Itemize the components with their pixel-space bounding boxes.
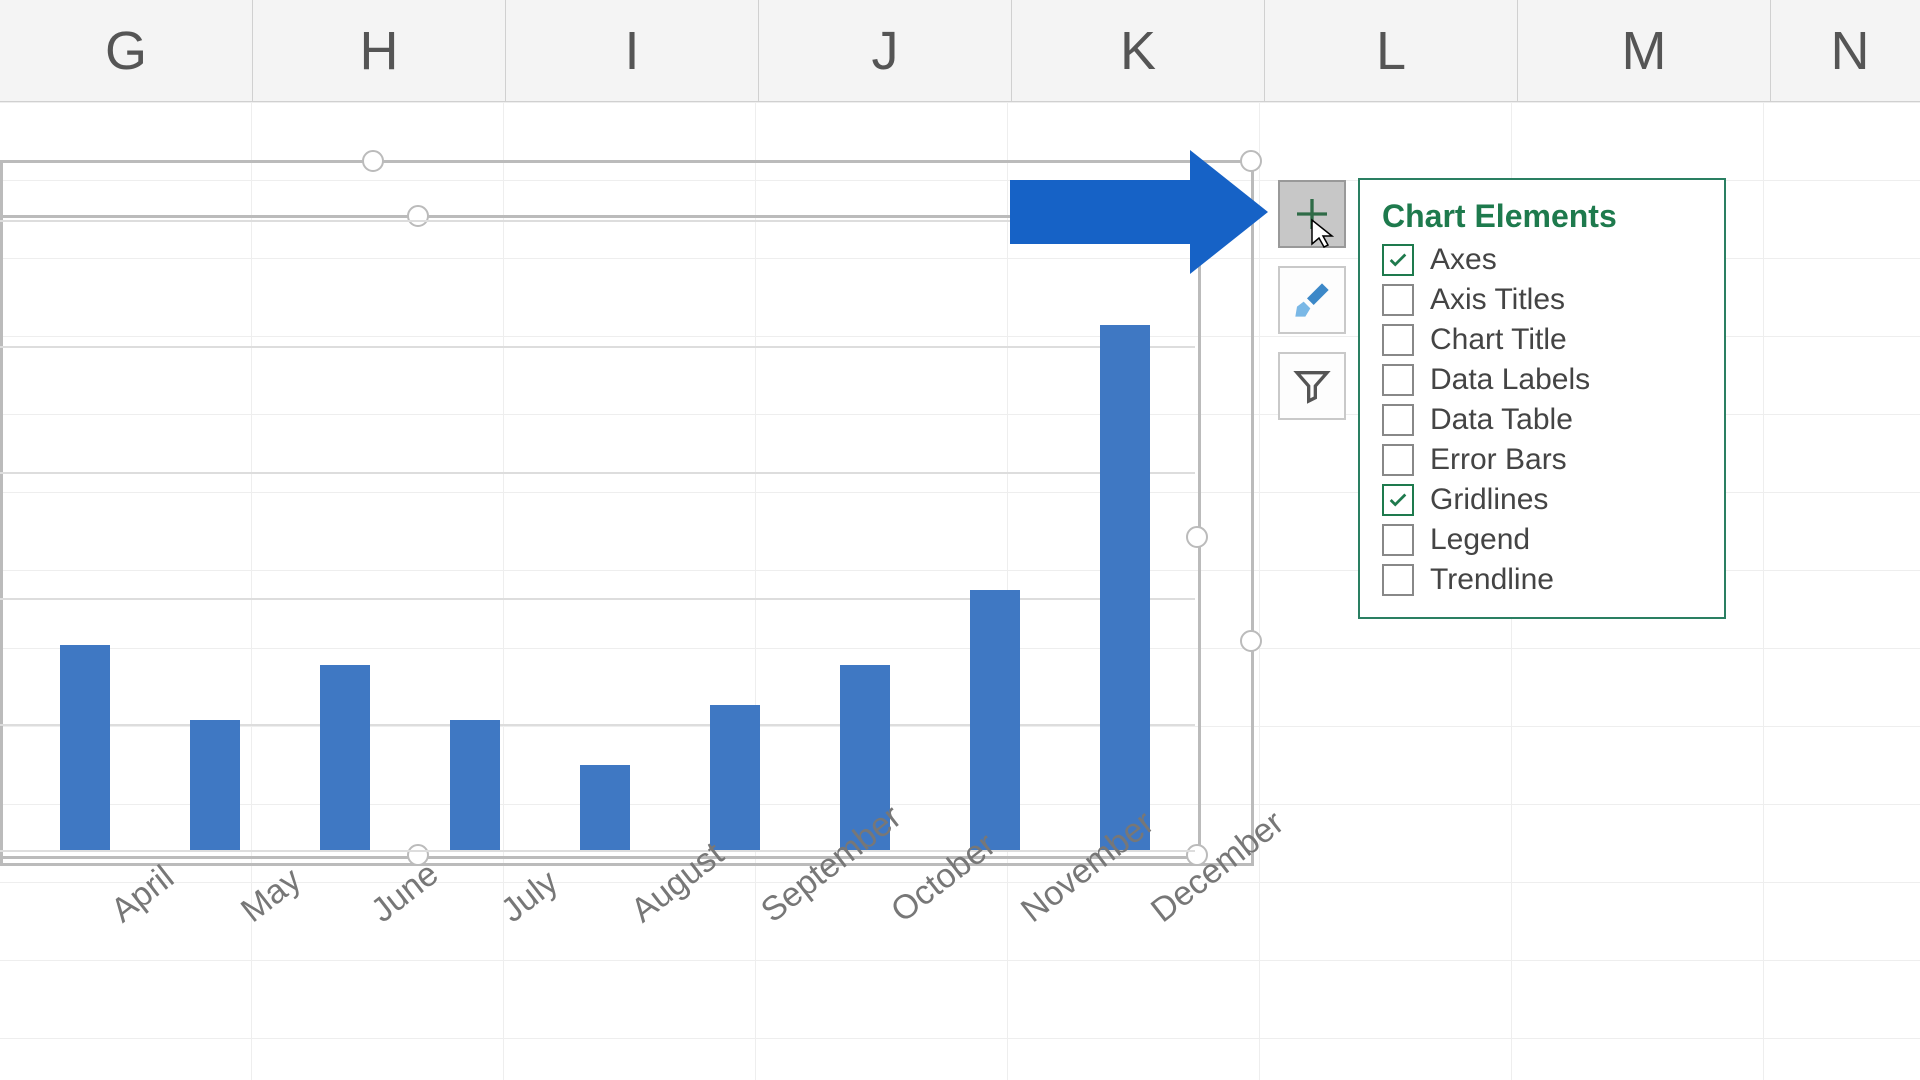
column-header-row: GHIJKLMN	[0, 0, 1920, 102]
checkbox[interactable]	[1382, 244, 1414, 276]
x-axis-label: June	[364, 855, 446, 931]
column-header[interactable]: G	[0, 0, 253, 102]
chart-element-option[interactable]: Gridlines	[1382, 483, 1702, 517]
bar[interactable]	[970, 590, 1020, 850]
checkbox[interactable]	[1382, 524, 1414, 556]
chart-element-option-label: Chart Title	[1430, 323, 1567, 357]
bar[interactable]	[1100, 325, 1150, 850]
column-header[interactable]: K	[1012, 0, 1265, 102]
chart-styles-button[interactable]	[1278, 266, 1346, 334]
chart-element-option[interactable]: Axis Titles	[1382, 283, 1702, 317]
chart-element-option-label: Axes	[1430, 243, 1497, 277]
chart-element-option-label: Gridlines	[1430, 483, 1548, 517]
checkbox[interactable]	[1382, 564, 1414, 596]
chart-elements-panel[interactable]: Chart Elements Axes Axis Titles Chart Titl…	[1358, 178, 1726, 619]
bar[interactable]	[190, 720, 240, 850]
chart-element-option-label: Data Labels	[1430, 363, 1590, 397]
chart-elements-button[interactable]	[1278, 180, 1346, 248]
checkbox[interactable]	[1382, 324, 1414, 356]
brush-icon	[1292, 280, 1332, 320]
bar[interactable]	[450, 720, 500, 850]
bar[interactable]	[320, 665, 370, 850]
funnel-icon	[1292, 366, 1332, 406]
bar[interactable]	[580, 765, 630, 850]
plot-area[interactable]	[0, 220, 1195, 850]
column-header[interactable]: N	[1771, 0, 1920, 102]
chart-element-option-label: Error Bars	[1430, 443, 1567, 477]
x-axis-labels: AprilMayJuneJulyAugustSeptemberOctoberNo…	[0, 860, 1230, 1030]
chart-object[interactable]: AprilMayJuneJulyAugustSeptemberOctoberNo…	[0, 160, 1255, 1015]
selection-handle[interactable]	[1240, 630, 1262, 652]
checkbox[interactable]	[1382, 364, 1414, 396]
chart-element-option[interactable]: Error Bars	[1382, 443, 1702, 477]
chart-element-option[interactable]: Axes	[1382, 243, 1702, 277]
x-axis-label: July	[494, 863, 566, 931]
checkbox[interactable]	[1382, 404, 1414, 436]
column-header[interactable]: M	[1518, 0, 1771, 102]
column-header[interactable]: J	[759, 0, 1012, 102]
chart-filters-button[interactable]	[1278, 352, 1346, 420]
bar[interactable]	[60, 645, 110, 850]
chart-element-option-label: Data Table	[1430, 403, 1573, 437]
column-header[interactable]: I	[506, 0, 759, 102]
selection-handle[interactable]	[362, 150, 384, 172]
chart-element-option-label: Legend	[1430, 523, 1530, 557]
checkbox[interactable]	[1382, 284, 1414, 316]
bar[interactable]	[710, 705, 760, 850]
x-axis-label: May	[234, 860, 309, 930]
column-header[interactable]: H	[253, 0, 506, 102]
chart-element-option[interactable]: Data Labels	[1382, 363, 1702, 397]
selection-handle[interactable]	[1240, 150, 1262, 172]
column-header[interactable]: L	[1265, 0, 1518, 102]
chart-elements-title: Chart Elements	[1382, 198, 1702, 235]
chart-element-option[interactable]: Chart Title	[1382, 323, 1702, 357]
chart-element-option-label: Axis Titles	[1430, 283, 1565, 317]
chart-element-option[interactable]: Legend	[1382, 523, 1702, 557]
checkbox[interactable]	[1382, 444, 1414, 476]
chart-element-option[interactable]: Trendline	[1382, 563, 1702, 597]
checkbox[interactable]	[1382, 484, 1414, 516]
chart-element-option-label: Trendline	[1430, 563, 1554, 597]
plus-icon	[1292, 194, 1332, 234]
x-axis-label: April	[104, 858, 182, 931]
chart-element-option[interactable]: Data Table	[1382, 403, 1702, 437]
